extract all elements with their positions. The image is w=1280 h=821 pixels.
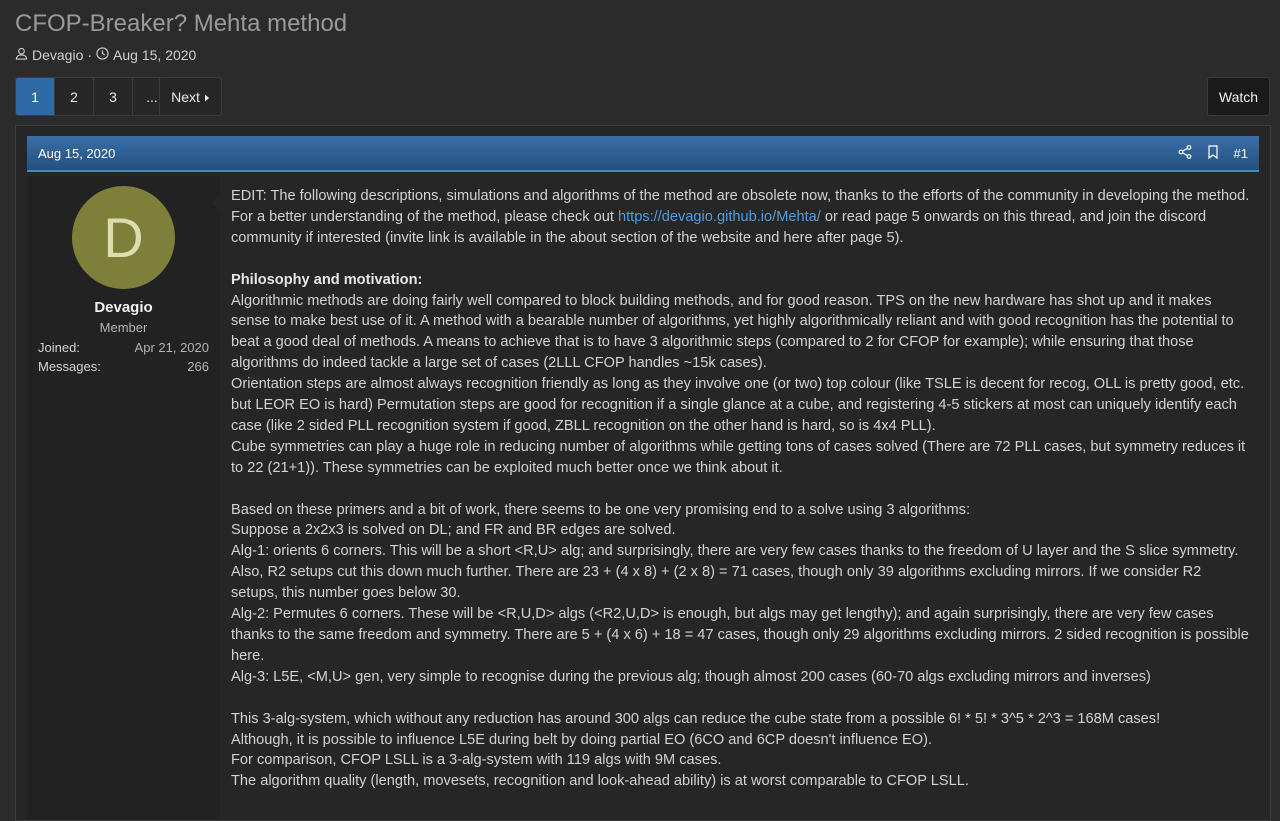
paragraph: For comparison, CFOP LSLL is a 3-alg-sys…	[231, 750, 1252, 771]
post-header: Aug 15, 2020 #1	[27, 136, 1259, 172]
page-2-link[interactable]: 2	[55, 78, 94, 115]
post-body: EDIT: The following descriptions, simula…	[231, 186, 1252, 792]
thread-title: CFOP-Breaker? Mehta method	[15, 10, 347, 38]
joined-label: Joined:	[38, 340, 80, 355]
paragraph: Although, it is possible to influence L5…	[231, 730, 1252, 751]
messages-stat: Messages: 266	[38, 359, 209, 374]
paragraph: Alg-2: Permutes 6 corners. These will be…	[231, 604, 1252, 667]
paragraph: Cube symmetries can play a huge role in …	[231, 437, 1252, 479]
post-author-name[interactable]: Devagio	[27, 299, 220, 316]
post-number-link[interactable]: #1	[1234, 146, 1248, 161]
next-page-label: Next	[171, 89, 200, 105]
thread-date-link[interactable]: Aug 15, 2020	[113, 47, 196, 63]
share-icon[interactable]	[1178, 145, 1192, 162]
messages-label: Messages:	[38, 359, 101, 374]
next-page-button[interactable]: Next	[159, 77, 222, 116]
page-1-link[interactable]: 1	[16, 78, 55, 115]
user-title: Member	[27, 320, 220, 335]
user-icon	[15, 47, 28, 63]
paragraph: Algorithmic methods are doing fairly wel…	[231, 291, 1252, 375]
mehta-website-link[interactable]: https://devagio.github.io/Mehta/	[618, 209, 821, 225]
section-heading: Philosophy and motivation:	[231, 272, 422, 288]
paragraph: Based on these primers and a bit of work…	[231, 500, 1252, 521]
user-info-cell: D Devagio Member Joined: Apr 21, 2020 Me…	[27, 176, 220, 820]
avatar[interactable]: D	[72, 186, 175, 289]
page-3-link[interactable]: 3	[94, 78, 133, 115]
byline-separator: ·	[87, 47, 92, 63]
edit-note: EDIT: The following descriptions, simula…	[231, 186, 1252, 249]
watch-button[interactable]: Watch	[1207, 77, 1270, 116]
paragraph: Alg-3: L5E, <M,U> gen, very simple to re…	[231, 667, 1252, 688]
paragraph: The algorithm quality (length, movesets,…	[231, 771, 1252, 792]
paragraph: This 3-alg-system, which without any red…	[231, 709, 1252, 730]
bookmark-icon[interactable]	[1206, 145, 1220, 162]
paragraph: Alg-1: orients 6 corners. This will be a…	[231, 541, 1252, 604]
clock-icon	[96, 47, 109, 63]
caret-right-icon	[205, 89, 210, 105]
joined-value: Apr 21, 2020	[135, 340, 209, 355]
post-date-link[interactable]: Aug 15, 2020	[38, 146, 1178, 161]
joined-stat: Joined: Apr 21, 2020	[38, 340, 209, 355]
paragraph: Suppose a 2x2x3 is solved on DL; and FR …	[231, 520, 1252, 541]
thread-byline: Devagio · Aug 15, 2020	[15, 47, 196, 63]
post-container: Aug 15, 2020 #1 D Devagio Member Joined:…	[15, 125, 1271, 821]
paragraph: Orientation steps are almost always reco…	[231, 374, 1252, 437]
thread-author-link[interactable]: Devagio	[32, 47, 83, 63]
messages-value: 266	[187, 359, 209, 374]
